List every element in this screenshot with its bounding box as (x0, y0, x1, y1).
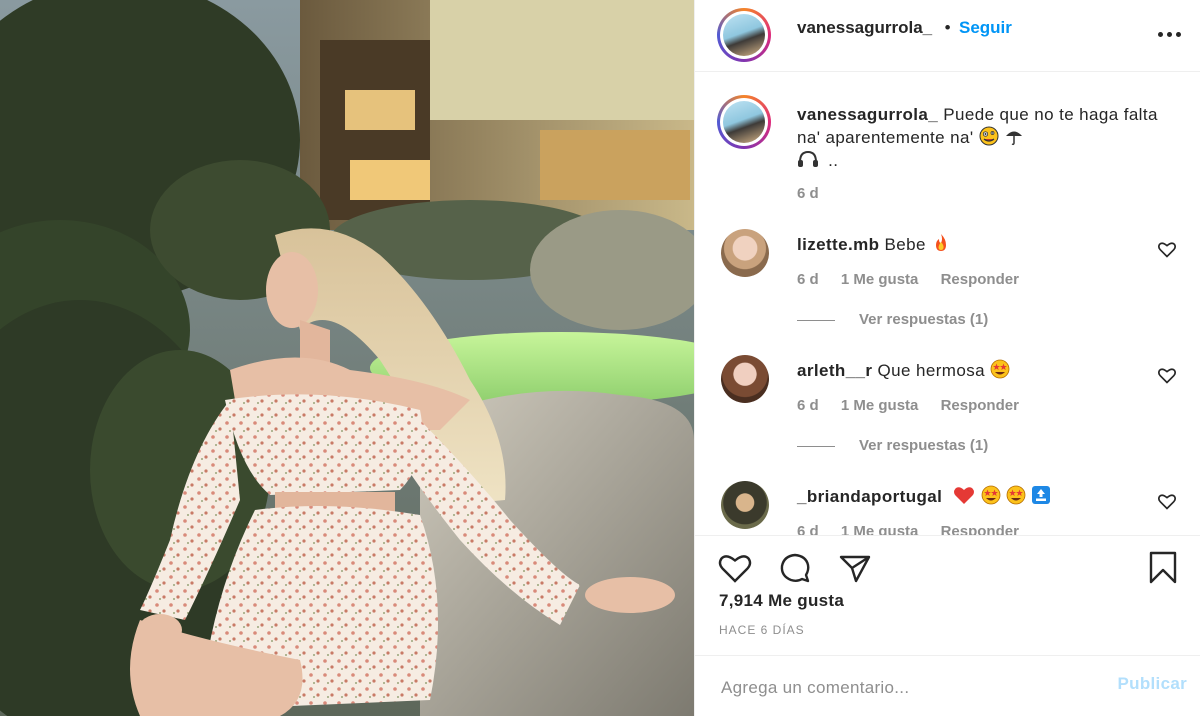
comment-avatar[interactable] (721, 355, 769, 403)
comment-username[interactable]: _briandaportugal (797, 487, 942, 506)
caption-username[interactable]: vanessagurrola_ (797, 105, 938, 124)
publish-button[interactable]: Publicar (1118, 674, 1187, 694)
comment-time: 6 d (797, 523, 819, 535)
fire-emoji-icon (935, 234, 946, 251)
comment-text: Que hermosa (877, 361, 985, 380)
comment-meta: 6 d 1 Me gusta Responder (797, 271, 1037, 288)
caption-time: 6 d (797, 185, 819, 202)
zany-face-emoji-icon (979, 126, 999, 146)
comment-username[interactable]: arleth__r (797, 361, 872, 380)
comments-section[interactable]: vanessagurrola_ Puede que no te haga fal… (695, 73, 1200, 535)
add-comment-bar: Publicar (695, 655, 1200, 716)
author-username[interactable]: vanessagurrola_ (797, 18, 932, 37)
view-replies-button[interactable]: Ver respuestas (1) (797, 311, 988, 328)
follow-button[interactable]: Seguir (959, 18, 1012, 37)
star-struck-emoji-icon (981, 485, 1000, 505)
comment-meta: 6 d 1 Me gusta Responder (797, 397, 1037, 414)
like-comment-heart-icon[interactable] (1157, 491, 1177, 511)
comment-likes[interactable]: 1 Me gusta (841, 271, 919, 288)
red-heart-emoji-icon (954, 487, 975, 504)
comment-likes[interactable]: 1 Me gusta (841, 523, 919, 535)
comment-meta: 6 d 1 Me gusta Responder (797, 523, 1037, 535)
caption-avatar[interactable] (717, 95, 771, 149)
post-date: HACE 6 DÍAS (719, 623, 805, 637)
replies-divider (797, 319, 835, 321)
star-struck-emoji-icon (1006, 485, 1026, 505)
comment-body: arleth__r Que hermosa (797, 359, 1010, 381)
view-replies-label: Ver respuestas (1) (859, 437, 989, 454)
share-icon[interactable] (835, 548, 875, 588)
comment-body: _briandaportugal (797, 485, 1051, 507)
top-arrow-emoji-icon (1031, 486, 1050, 504)
post-side-panel: vanessagurrola_ • Seguir vanessagurrola_… (694, 0, 1200, 716)
reply-button[interactable]: Responder (941, 271, 1019, 288)
likes-count[interactable]: 7,914 Me gusta (719, 591, 844, 611)
bookmark-icon[interactable] (1143, 548, 1183, 588)
reply-button[interactable]: Responder (941, 523, 1019, 535)
comment-time: 6 d (797, 271, 819, 288)
comment-avatar[interactable] (721, 229, 769, 277)
caption-trailing: .. (828, 151, 839, 170)
post-header: vanessagurrola_ • Seguir (695, 0, 1200, 72)
star-struck-emoji-icon (990, 359, 1010, 379)
like-comment-heart-icon[interactable] (1157, 365, 1177, 385)
header-separator: • (944, 18, 951, 37)
like-comment-heart-icon[interactable] (1157, 239, 1177, 259)
heart-icon[interactable] (715, 548, 755, 588)
author-avatar[interactable] (717, 8, 771, 62)
post-photo[interactable] (0, 0, 694, 716)
comment-username[interactable]: lizette.mb (797, 235, 879, 254)
comment-time: 6 d (797, 397, 819, 414)
comment-input[interactable] (719, 674, 1063, 702)
comment-icon[interactable] (775, 548, 815, 588)
view-replies-label: Ver respuestas (1) (859, 311, 989, 328)
reply-button[interactable]: Responder (941, 397, 1019, 414)
comment-avatar[interactable] (721, 481, 769, 529)
more-horizontal-icon[interactable] (1153, 18, 1185, 50)
caption: vanessagurrola_ Puede que no te haga fal… (797, 104, 1177, 172)
comment-body: lizette.mb Bebe (797, 233, 951, 255)
replies-divider (797, 445, 835, 447)
post-actions: 7,914 Me gusta HACE 6 DÍAS (695, 535, 1200, 655)
instagram-post: vanessagurrola_ • Seguir vanessagurrola_… (0, 0, 1200, 716)
view-replies-button[interactable]: Ver respuestas (1) (797, 437, 988, 454)
comment-text: Bebe (884, 235, 926, 254)
photo-illustration (0, 0, 694, 716)
headphones-emoji-icon (798, 150, 818, 167)
umbrella-emoji-icon (1005, 131, 1022, 146)
comment-likes[interactable]: 1 Me gusta (841, 397, 919, 414)
